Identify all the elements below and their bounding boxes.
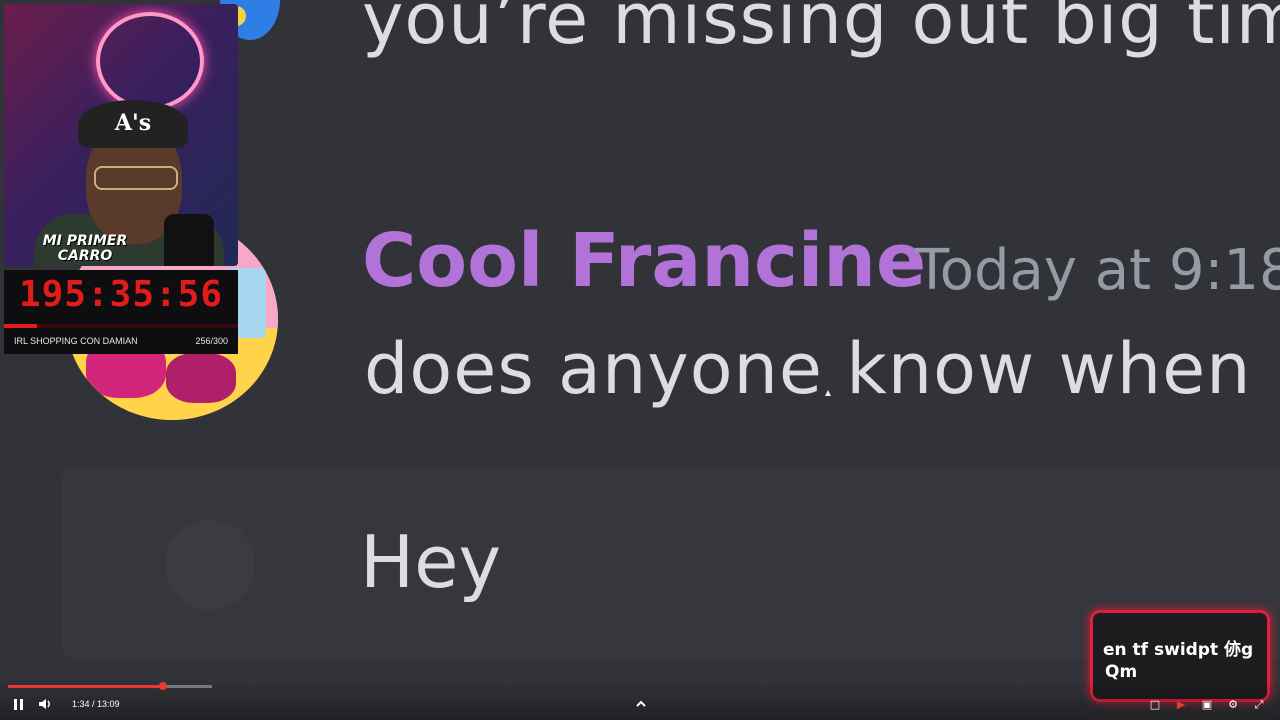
timer-progress-fill bbox=[4, 324, 37, 328]
mouse-cursor bbox=[825, 390, 831, 396]
pending-avatar bbox=[165, 520, 255, 610]
screen-icon[interactable]: ▣ bbox=[1200, 698, 1214, 712]
subathon-timer: 195:35:56 IRL SHOPPING CON DAMIAN 256/30… bbox=[4, 270, 238, 354]
seek-knob[interactable] bbox=[159, 682, 168, 690]
caption-line-2: Qm bbox=[1105, 662, 1138, 682]
chevron-up-icon[interactable] bbox=[634, 697, 648, 711]
message-author[interactable]: Cool Francine bbox=[362, 218, 926, 304]
previous-message-text: you’re missing out big tim bbox=[362, 0, 1280, 60]
pause-button[interactable] bbox=[12, 698, 26, 712]
volume-icon bbox=[39, 699, 50, 709]
time-display: 1:34 / 13:09 bbox=[72, 699, 120, 709]
cap-logo: A's bbox=[114, 110, 152, 136]
draft-message-text: Hey bbox=[360, 520, 502, 604]
stream-banner: MI PRIMER CARRO bbox=[42, 233, 128, 264]
timer-value: 195:35:56 bbox=[18, 274, 224, 315]
message-text: does anyone know when bbox=[364, 328, 1252, 410]
timer-goal-title: IRL SHOPPING CON DAMIAN bbox=[14, 336, 138, 346]
streamer-webcam: A's MI PRIMER CARRO bbox=[4, 4, 238, 266]
seek-bar-progress bbox=[8, 685, 164, 688]
timer-progress-bar bbox=[4, 324, 238, 328]
player-right-controls: □ ▶ ▣ ⚙ ⤢ bbox=[1148, 698, 1266, 712]
timer-goal-count: 256/300 bbox=[195, 336, 228, 346]
caption-line-1: en tf swidpt 㑊g bbox=[1103, 640, 1254, 660]
cap: A's bbox=[78, 100, 188, 148]
volume-button[interactable] bbox=[38, 697, 54, 713]
neon-sign bbox=[96, 12, 204, 110]
message-timestamp: Today at 9:18 bbox=[915, 238, 1280, 303]
settings-icon[interactable]: ⚙ bbox=[1226, 698, 1240, 712]
seek-bar[interactable] bbox=[8, 682, 212, 690]
microphone bbox=[164, 214, 214, 266]
youtube-icon[interactable]: ▶ bbox=[1174, 698, 1188, 712]
fullscreen-icon[interactable]: ⤢ bbox=[1252, 698, 1266, 712]
bookmark-icon[interactable]: □ bbox=[1148, 698, 1162, 712]
